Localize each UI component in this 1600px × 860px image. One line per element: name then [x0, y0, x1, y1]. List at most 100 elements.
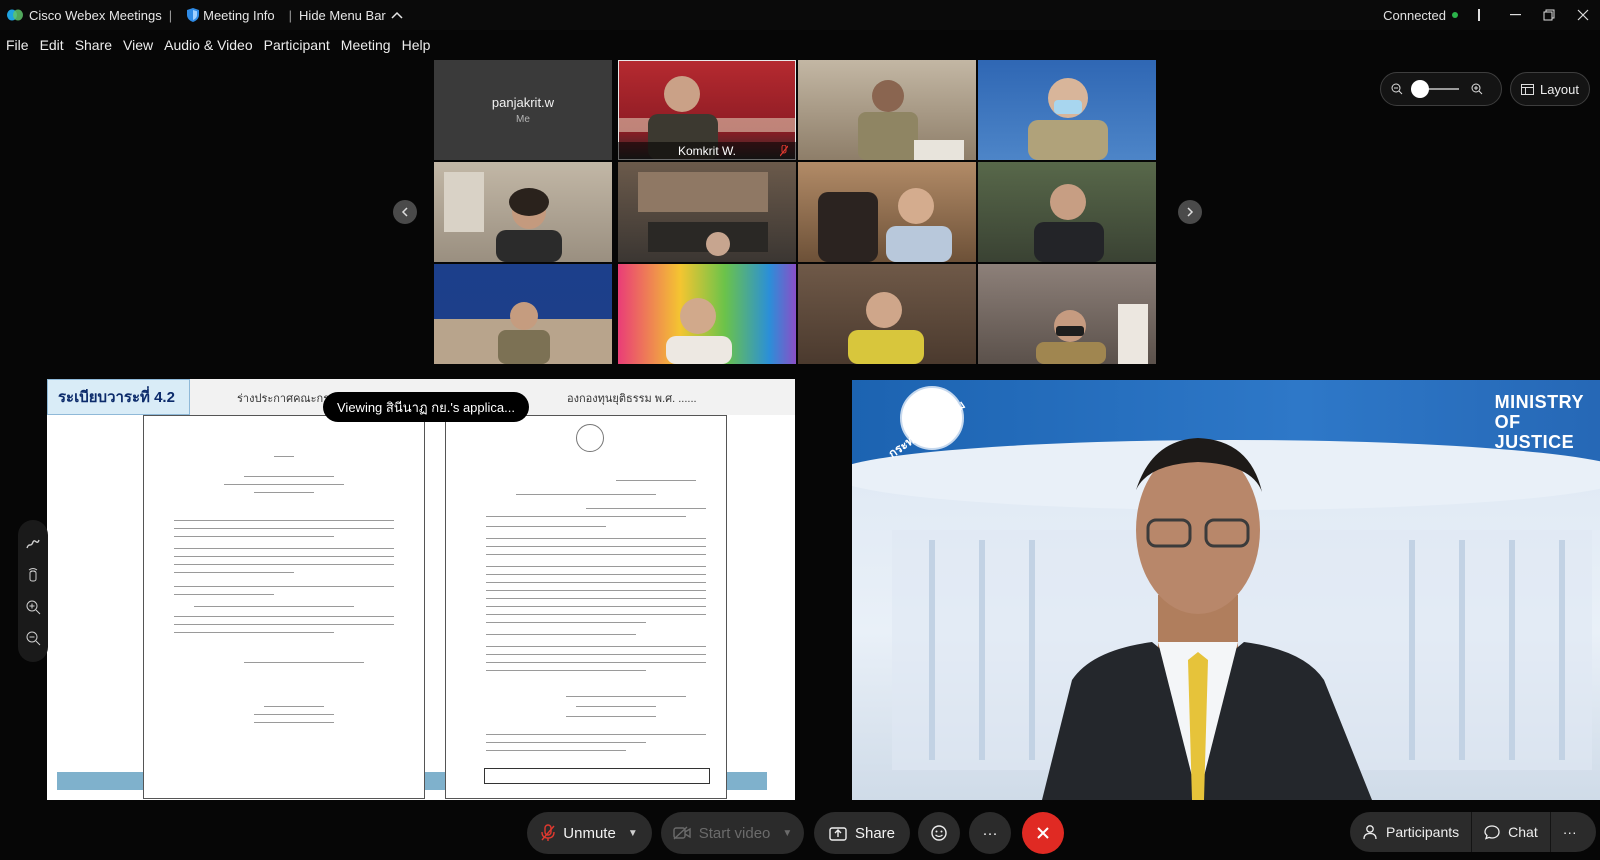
video-tile-participant[interactable]: [618, 264, 796, 364]
participants-button[interactable]: Participants: [1350, 812, 1471, 852]
layout-button[interactable]: Layout: [1510, 72, 1590, 106]
participants-label: Participants: [1386, 824, 1460, 840]
shield-icon[interactable]: [187, 8, 200, 22]
video-tile-participant[interactable]: [978, 60, 1156, 160]
video-tile-participant[interactable]: [798, 162, 976, 262]
video-tile-me[interactable]: panjakrit.w Me: [434, 60, 612, 160]
close-window-button[interactable]: [1566, 0, 1600, 30]
menu-edit[interactable]: Edit: [40, 37, 64, 53]
decorative-band: [57, 772, 143, 790]
garuda-emblem-icon: [576, 424, 604, 452]
restore-button[interactable]: [1532, 0, 1566, 30]
mic-muted-icon: [541, 824, 555, 841]
app-name: Cisco Webex Meetings: [29, 7, 162, 23]
video-tile-participant[interactable]: [798, 60, 976, 160]
participant-silhouette: [848, 292, 924, 364]
chevron-up-icon[interactable]: [390, 10, 404, 20]
menu-file[interactable]: File: [6, 37, 29, 53]
reactions-button[interactable]: [918, 812, 960, 854]
title-bar-right: Connected: [1383, 0, 1600, 30]
remote-control-icon[interactable]: [25, 567, 41, 583]
layout-icon: [1520, 83, 1534, 95]
minimize-button[interactable]: [1498, 0, 1532, 30]
menu-participant[interactable]: Participant: [264, 37, 330, 53]
menu-help[interactable]: Help: [402, 37, 431, 53]
agenda-title-continued: องกองทุนยุติธรรม พ.ศ. ......: [567, 393, 697, 405]
chevron-down-icon[interactable]: ▼: [628, 828, 638, 839]
more-options-label: ···: [982, 824, 998, 842]
start-video-button[interactable]: Start video ▼: [661, 812, 804, 854]
emoji-icon: [931, 825, 947, 841]
zoom-slider[interactable]: [1411, 80, 1459, 98]
video-tile-participant[interactable]: [434, 264, 612, 364]
video-tile-participant[interactable]: [798, 264, 976, 364]
divider: [1478, 9, 1480, 21]
menu-meeting[interactable]: Meeting: [341, 37, 391, 53]
menu-meeting-label: Meeting: [340, 37, 391, 53]
title-separator: |: [168, 7, 173, 23]
menu-edit-label: Edit: [39, 37, 64, 53]
zoom-in-icon[interactable]: [25, 599, 41, 615]
video-tile-participant[interactable]: [978, 264, 1156, 364]
minimize-icon: [1509, 14, 1521, 16]
viewing-indicator[interactable]: Viewing สินีนาฏ กย.'s applica...: [323, 392, 529, 422]
agenda-tag: ระเบียบวาระที่ 4.2: [47, 379, 190, 415]
chat-label: Chat: [1508, 824, 1538, 840]
shared-content-view[interactable]: ระเบียบวาระที่ 4.2 ร่างประกาศคณะกรรมการก…: [47, 379, 795, 800]
tile-name-label: Komkrit W.: [618, 142, 796, 160]
participant-silhouette: [818, 188, 952, 262]
video-tile-participant[interactable]: [434, 162, 612, 262]
participant-silhouette: [498, 302, 550, 364]
video-zoom-control: [1380, 72, 1502, 106]
share-label: Share: [854, 824, 896, 842]
title-bar: Cisco Webex Meetings | Meeting Info | Hi…: [0, 0, 1600, 30]
zoom-slider-handle[interactable]: [1411, 80, 1429, 98]
zoom-in-icon[interactable]: [1471, 83, 1483, 95]
panel-more-label: ···: [1562, 824, 1577, 840]
webex-window: Cisco Webex Meetings | Meeting Info | Hi…: [0, 0, 1600, 860]
start-video-label: Start video: [698, 824, 771, 842]
previous-page-button[interactable]: [393, 200, 417, 224]
chat-button[interactable]: Chat: [1472, 812, 1550, 852]
participant-silhouette: [1034, 184, 1104, 262]
chevron-down-icon[interactable]: ▼: [782, 828, 792, 839]
decorative-band: [725, 772, 767, 790]
menu-share[interactable]: Share: [75, 37, 112, 53]
share-button[interactable]: Share: [814, 812, 910, 854]
participant-silhouette: [858, 80, 964, 160]
panel-more-button[interactable]: ···: [1551, 812, 1589, 852]
decorative-band: [425, 772, 445, 790]
pen-annotate-icon[interactable]: [25, 536, 41, 552]
chevron-left-icon: [401, 207, 408, 217]
video-tile-participant[interactable]: [618, 162, 796, 262]
connection-status: Connected: [1383, 7, 1446, 23]
unmute-button[interactable]: Unmute ▼: [527, 812, 652, 854]
menu-file-label: File: [6, 37, 29, 53]
menu-share-label: Share: [74, 37, 113, 53]
zoom-out-icon[interactable]: [1391, 83, 1403, 95]
participant-silhouette: [666, 298, 732, 364]
agenda-tag-label: ระเบียบวาระที่ 4.2: [58, 389, 175, 406]
participant-video-grid: panjakrit.w Me Komkrit W.: [434, 60, 1164, 370]
menu-audio-video[interactable]: Audio & Video: [164, 37, 252, 53]
menu-participant-label: Participant: [263, 37, 330, 53]
self-name: panjakrit.w: [491, 95, 555, 110]
video-tile-active-speaker[interactable]: Komkrit W.: [618, 60, 796, 160]
participant-silhouette: [1028, 78, 1108, 160]
hide-menu-bar-button[interactable]: Hide Menu Bar: [299, 8, 386, 23]
document-page-right: [445, 415, 727, 799]
zoom-out-icon[interactable]: [25, 630, 41, 646]
next-page-button[interactable]: [1178, 200, 1202, 224]
active-speaker-name: Komkrit W.: [677, 144, 736, 158]
menu-view[interactable]: View: [123, 37, 153, 53]
leave-meeting-button[interactable]: [1022, 812, 1064, 854]
layout-label: Layout: [1539, 81, 1580, 97]
document-page-left: [143, 415, 425, 799]
share-icon: [829, 827, 847, 841]
restore-icon: [1543, 9, 1555, 21]
meeting-info-button[interactable]: Meeting Info: [203, 8, 275, 23]
participant-silhouette: [1036, 304, 1148, 364]
video-tile-participant[interactable]: [978, 162, 1156, 262]
active-speaker-video[interactable]: กระทรวงยุติธรรม MINISTRY OF JUSTICE: [852, 380, 1600, 800]
more-options-button[interactable]: ···: [969, 812, 1011, 854]
